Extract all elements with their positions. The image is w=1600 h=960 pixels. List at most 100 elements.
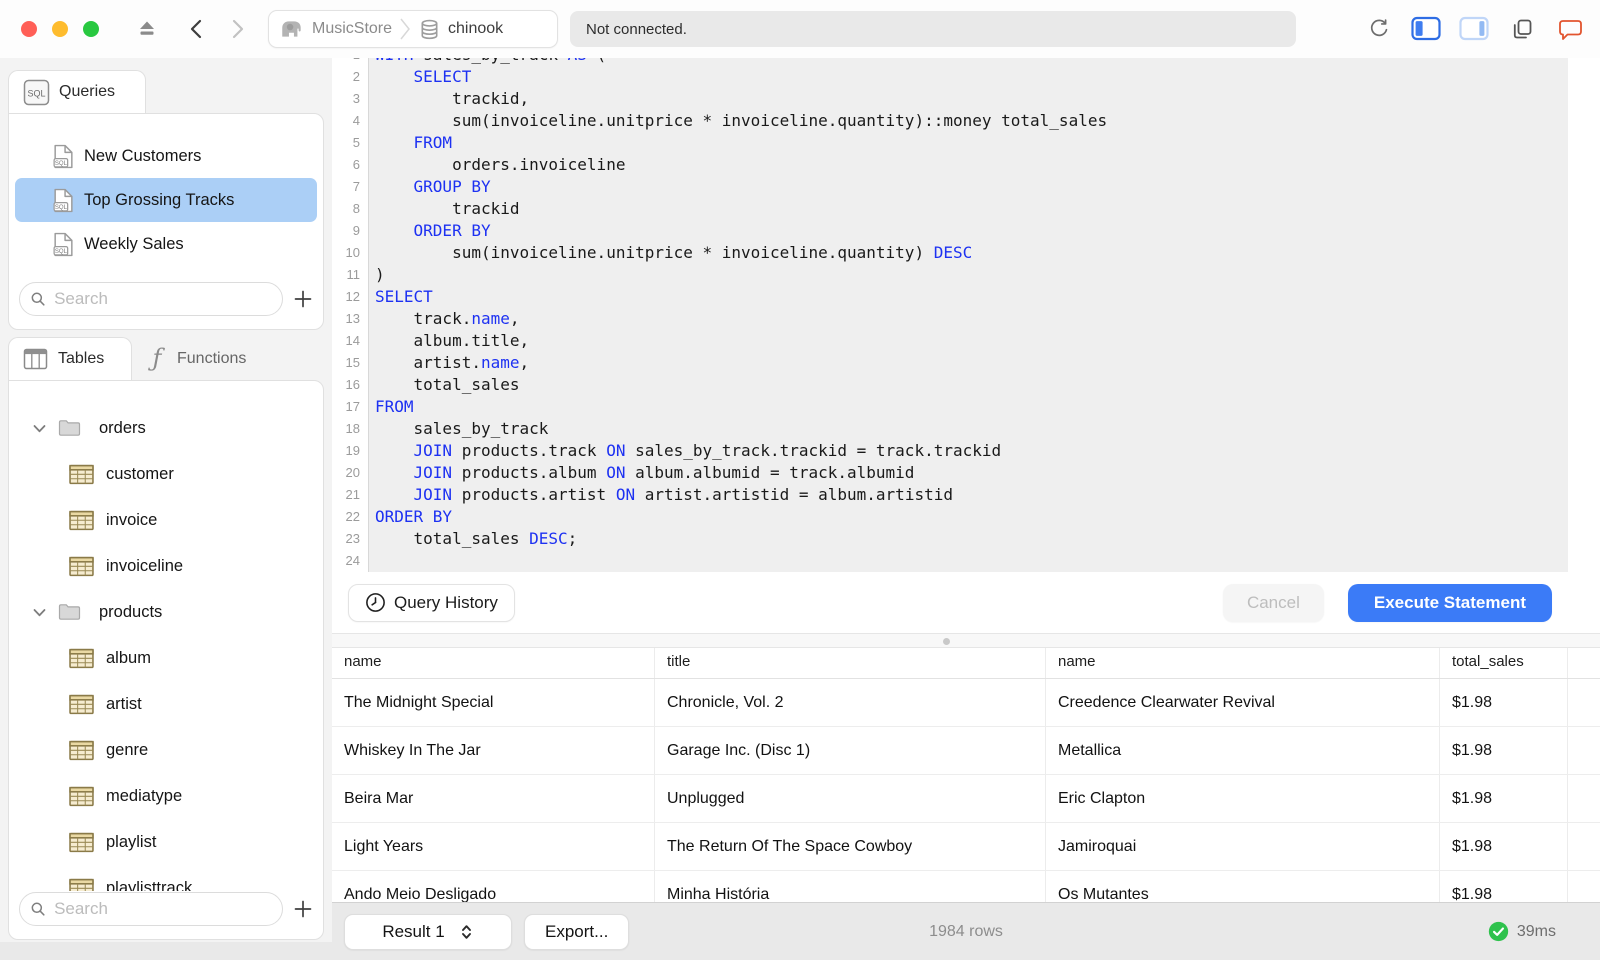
add-table-button[interactable] — [291, 897, 315, 921]
divider-handle[interactable] — [943, 638, 950, 645]
breadcrumb[interactable]: MusicStore chinook — [268, 10, 558, 48]
sql-keyword: GROUP BY — [413, 177, 491, 196]
close-button[interactable] — [21, 21, 37, 37]
code-line[interactable]: FROM — [375, 132, 1568, 154]
code-line[interactable]: GROUP BY — [375, 176, 1568, 198]
tab-queries[interactable]: SQL Queries — [8, 70, 146, 113]
code-line[interactable]: sales_by_track — [375, 418, 1568, 440]
table-cell[interactable]: Garage Inc. (Disc 1) — [655, 727, 1046, 774]
column-header[interactable]: total_sales — [1440, 648, 1568, 678]
code-line[interactable]: artist.name, — [375, 352, 1568, 374]
result-selector[interactable]: Result 1 — [344, 914, 512, 950]
toggle-right-panel-button[interactable] — [1458, 14, 1490, 44]
code-line[interactable]: SELECT — [375, 66, 1568, 88]
code-line[interactable]: track.name, — [375, 308, 1568, 330]
minimize-button[interactable] — [52, 21, 68, 37]
table-cell[interactable]: Metallica — [1046, 727, 1440, 774]
code-line[interactable]: JOIN products.album ON album.albumid = t… — [375, 462, 1568, 484]
query-history-button[interactable]: Query History — [348, 583, 515, 622]
query-list-item[interactable]: SQL New Customers — [15, 134, 317, 178]
table-cell[interactable]: Jamiroquai — [1046, 823, 1440, 870]
code-line[interactable]: ORDER BY — [375, 506, 1568, 528]
back-button[interactable] — [182, 14, 212, 44]
sql-keyword: JOIN — [413, 441, 453, 460]
schema-folder-item[interactable]: products — [9, 589, 323, 635]
zoom-button[interactable] — [83, 21, 99, 37]
query-list-item[interactable]: SQL Weekly Sales — [15, 222, 317, 266]
execute-statement-button[interactable]: Execute Statement — [1347, 583, 1552, 622]
code-line[interactable]: JOIN products.artist ON artist.artistid … — [375, 484, 1568, 506]
refresh-button[interactable] — [1362, 14, 1394, 44]
column-header[interactable]: name — [1046, 648, 1440, 678]
table-cell[interactable]: Whiskey In The Jar — [332, 727, 655, 774]
code-line[interactable]: sum(invoiceline.unitprice * invoiceline.… — [375, 110, 1568, 132]
column-header[interactable]: title — [655, 648, 1046, 678]
tables-search-input[interactable] — [52, 898, 272, 920]
duplicate-window-button[interactable] — [1506, 14, 1538, 44]
table-item[interactable]: playlist — [9, 819, 323, 865]
table-cell[interactable]: $1.98 — [1440, 823, 1568, 870]
table-icon — [69, 740, 94, 760]
table-row[interactable]: Beira Mar Unplugged Eric Clapton $1.98 — [332, 775, 1600, 823]
tables-search-box[interactable] — [19, 892, 283, 926]
code-line[interactable]: SELECT — [375, 286, 1568, 308]
table-cell[interactable]: $1.98 — [1440, 679, 1568, 726]
code-line[interactable]: ) — [375, 264, 1568, 286]
column-header[interactable]: name — [332, 648, 655, 678]
table-icon — [69, 464, 94, 484]
table-item[interactable]: invoiceline — [9, 543, 323, 589]
code-line[interactable]: total_sales DESC; — [375, 528, 1568, 550]
code-line[interactable]: sum(invoiceline.unitprice * invoiceline.… — [375, 242, 1568, 264]
code-line[interactable]: trackid — [375, 198, 1568, 220]
table-cell[interactable]: The Return Of The Space Cowboy — [655, 823, 1046, 870]
table-item[interactable]: album — [9, 635, 323, 681]
toggle-left-sidebar-button[interactable] — [1410, 14, 1442, 44]
chevron-down-icon[interactable] — [33, 608, 46, 617]
forward-button[interactable] — [222, 14, 252, 44]
table-cell[interactable]: Chronicle, Vol. 2 — [655, 679, 1046, 726]
search-icon — [31, 902, 45, 916]
schema-folder-item[interactable]: orders — [9, 405, 323, 451]
table-cell[interactable]: Beira Mar — [332, 775, 655, 822]
table-item[interactable]: artist — [9, 681, 323, 727]
code-line[interactable]: ORDER BY — [375, 220, 1568, 242]
table-cell[interactable]: Eric Clapton — [1046, 775, 1440, 822]
table-row[interactable]: Light Years The Return Of The Space Cowbo… — [332, 823, 1600, 871]
sql-editor[interactable]: 123456789101112131415161718192021222324 … — [332, 58, 1600, 572]
queries-search-box[interactable] — [19, 282, 283, 316]
table-cell[interactable]: Unplugged — [655, 775, 1046, 822]
eject-button[interactable] — [132, 14, 162, 44]
table-cell[interactable]: $1.98 — [1440, 727, 1568, 774]
code-area[interactable]: WITH sales_by_track AS ( SELECT trackid,… — [369, 58, 1568, 572]
split-divider[interactable] — [332, 633, 1600, 648]
tab-tables[interactable]: Tables — [8, 337, 132, 380]
table-row[interactable]: Whiskey In The Jar Garage Inc. (Disc 1) Me… — [332, 727, 1600, 775]
sql-keyword: JOIN — [413, 463, 453, 482]
queries-search-input[interactable] — [52, 288, 272, 310]
table-item[interactable]: genre — [9, 727, 323, 773]
code-line[interactable]: JOIN products.track ON sales_by_track.tr… — [375, 440, 1568, 462]
code-line[interactable]: WITH sales_by_track AS ( — [375, 58, 1568, 66]
table-cell[interactable]: Light Years — [332, 823, 655, 870]
table-item[interactable]: invoice — [9, 497, 323, 543]
code-line[interactable] — [375, 550, 1568, 572]
table-cell[interactable]: $1.98 — [1440, 775, 1568, 822]
chevron-down-icon[interactable] — [33, 424, 46, 433]
table-row[interactable]: The Midnight Special Chronicle, Vol. 2 Cre… — [332, 679, 1600, 727]
table-item[interactable]: mediatype — [9, 773, 323, 819]
table-label: invoice — [106, 510, 158, 529]
code-line[interactable]: album.title, — [375, 330, 1568, 352]
add-query-button[interactable] — [291, 287, 315, 311]
table-item[interactable]: customer — [9, 451, 323, 497]
code-line[interactable]: total_sales — [375, 374, 1568, 396]
feedback-button[interactable] — [1554, 14, 1586, 44]
table-cell[interactable]: The Midnight Special — [332, 679, 655, 726]
table-cell[interactable]: Creedence Clearwater Revival — [1046, 679, 1440, 726]
tab-functions[interactable]: ƒ Functions — [132, 337, 292, 380]
code-line[interactable]: orders.invoiceline — [375, 154, 1568, 176]
query-list-item[interactable]: SQL Top Grossing Tracks — [15, 178, 317, 222]
svg-text:SQL: SQL — [55, 249, 68, 255]
code-line[interactable]: trackid, — [375, 88, 1568, 110]
code-line[interactable]: FROM — [375, 396, 1568, 418]
export-button[interactable]: Export... — [524, 914, 630, 950]
